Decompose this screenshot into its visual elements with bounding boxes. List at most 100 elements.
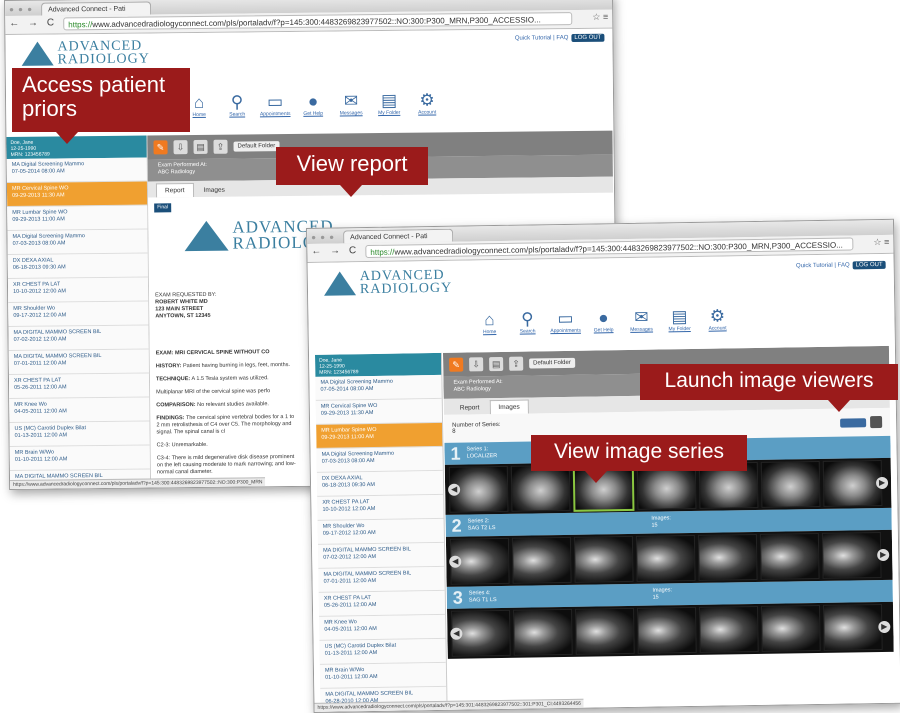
callout-access-priors: Access patient priors xyxy=(12,68,190,132)
launch-viewer-button[interactable] xyxy=(840,418,866,427)
exam-date: 05-26-2011 12:00 AM xyxy=(324,601,440,610)
tab-images[interactable]: Images xyxy=(489,400,529,415)
exam-list-item[interactable]: MR Cervical Spine WO09-29-2013 11:30 AM xyxy=(316,399,442,425)
exam-list-sidebar: Doe, Jane 12-25-1990 MRN: 123456789 MA D… xyxy=(6,136,151,489)
window-controls[interactable]: ● ● ● xyxy=(9,5,33,14)
tab-report[interactable]: Report xyxy=(156,183,194,197)
nav-item-account[interactable]: ⚙Account xyxy=(704,306,730,331)
exam-list-item[interactable]: MA DIGITAL MAMMO SCREEN BIL07-01-2011 12… xyxy=(9,350,149,375)
exam-date: 09-29-2013 11:30 AM xyxy=(321,409,437,418)
image-thumbnail[interactable] xyxy=(761,605,821,652)
exam-date: 07-05-2014 08:00 AM xyxy=(12,168,142,176)
exam-list-item[interactable]: MA Digital Screening Mammo07-03-2013 08:… xyxy=(316,447,442,473)
share-icon[interactable]: ⇪ xyxy=(213,140,227,154)
url-field[interactable]: https://www.advancedradiologyconnect.com… xyxy=(63,12,572,30)
exam-list-item[interactable]: XR CHEST PA LAT10-10-2012 12:00 AM xyxy=(317,495,443,521)
scroll-right-icon[interactable]: ▶ xyxy=(878,621,890,633)
messages-icon: ✉ xyxy=(634,308,649,327)
nav-label: Get Help xyxy=(303,111,323,117)
nav-item-messages[interactable]: ✉Messages xyxy=(628,308,654,333)
faq-link[interactable]: FAQ xyxy=(838,262,850,268)
scroll-right-icon[interactable]: ▶ xyxy=(876,477,888,489)
image-thumbnail[interactable] xyxy=(823,604,883,651)
exam-list-item[interactable]: MA DIGITAL MAMMO SCREEN BIL07-02-2012 12… xyxy=(8,326,148,351)
image-thumbnail[interactable] xyxy=(761,461,821,508)
exam-list-item[interactable]: MR Knee Wo04-05-2011 12:00 AM xyxy=(319,615,445,641)
scroll-right-icon[interactable]: ▶ xyxy=(877,549,889,561)
image-thumbnail[interactable] xyxy=(822,532,882,579)
annotate-icon[interactable]: ✎ xyxy=(449,358,463,372)
exam-list-item[interactable]: XR CHEST PA LAT10-10-2012 12:00 AM xyxy=(8,278,148,303)
nav-item-get-help[interactable]: ●Get Help xyxy=(590,308,616,333)
image-thumbnail[interactable] xyxy=(513,609,573,656)
final-badge: Final xyxy=(154,203,171,212)
folder-select[interactable]: Default Folder xyxy=(529,358,575,369)
browser-tools[interactable]: ☆ ≡ xyxy=(592,12,608,23)
exam-list-item[interactable]: MR Brain W/Wo01-10-2011 12:00 AM xyxy=(320,663,446,689)
exam-list-item[interactable]: MR Shoulder Wo09-17-2012 12:00 AM xyxy=(8,302,148,327)
logout-button[interactable]: LOG OUT xyxy=(853,261,886,270)
window-controls[interactable]: ● ● ● xyxy=(311,233,335,242)
browser-tools[interactable]: ☆ ≡ xyxy=(873,237,889,248)
browser-tab[interactable]: Advanced Connect - Pati xyxy=(41,1,151,15)
nav-item-messages[interactable]: ✉Messages xyxy=(338,91,364,116)
image-thumbnail[interactable] xyxy=(760,533,820,580)
nav-label: Account xyxy=(418,109,436,115)
exam-list-item[interactable]: MA Digital Screening Mammo07-05-2014 08:… xyxy=(7,158,147,183)
nav-item-search[interactable]: ⚲Search xyxy=(224,92,250,117)
faq-link[interactable]: FAQ xyxy=(556,35,568,41)
exam-list-item[interactable]: MR Brain W/Wo01-10-2011 12:00 AM xyxy=(10,445,150,470)
folder-select[interactable]: Default Folder xyxy=(233,141,279,151)
download-icon[interactable]: ⇩ xyxy=(173,140,187,154)
share-icon[interactable]: ⇪ xyxy=(509,357,523,371)
exam-list-item[interactable]: MR Lumbar Spine WO09-29-2013 11:00 AM xyxy=(7,206,147,231)
image-thumbnail[interactable] xyxy=(636,535,696,582)
exam-list-item[interactable]: XR CHEST PA LAT05-26-2011 12:00 AM xyxy=(9,374,149,399)
nav-item-get-help[interactable]: ●Get Help xyxy=(300,92,326,117)
tab-images[interactable]: Images xyxy=(195,184,232,197)
exam-list-item[interactable]: US (MC) Carotid Duplex Bilat01-13-2011 1… xyxy=(9,422,149,447)
launch-alt-viewer-icon[interactable] xyxy=(870,416,882,428)
exam-list-item[interactable]: MR Knee Wo04-05-2011 12:00 AM xyxy=(9,398,149,423)
image-thumbnail[interactable] xyxy=(512,537,572,584)
logout-button[interactable]: LOG OUT xyxy=(571,34,604,42)
exam-list-item[interactable]: MA Digital Screening Mammo07-03-2013 08:… xyxy=(7,230,147,255)
exam-list-item[interactable]: MR Lumbar Spine WO09-29-2013 11:00 AM xyxy=(316,423,442,449)
exam-list-item[interactable]: US (MC) Carotid Duplex Bilat01-13-2011 1… xyxy=(319,639,445,665)
nav-item-appointments[interactable]: ▭Appointments xyxy=(552,309,578,334)
image-thumbnail[interactable] xyxy=(511,465,571,512)
series-images: Images:15 xyxy=(652,587,672,601)
series-count: Number of Series:8 xyxy=(452,422,501,435)
calendar-icon: ▭ xyxy=(267,92,283,111)
nav-item-account[interactable]: ⚙Account xyxy=(414,90,440,115)
exam-date: 05-26-2011 12:00 AM xyxy=(14,384,144,392)
nav-item-my-folder[interactable]: ▤My Folder xyxy=(376,91,402,116)
image-thumbnail[interactable] xyxy=(698,534,758,581)
image-thumbnail[interactable] xyxy=(574,536,634,583)
print-icon[interactable]: ▤ xyxy=(489,357,503,371)
image-thumbnail[interactable] xyxy=(575,608,635,655)
image-thumbnail[interactable] xyxy=(823,460,883,507)
nav-item-home[interactable]: ⌂Home xyxy=(476,310,502,335)
annotate-icon[interactable]: ✎ xyxy=(153,140,167,154)
exam-list-item[interactable]: DX DEXA AXIAL06-18-2013 09:30 AM xyxy=(317,471,443,497)
tab-report[interactable]: Report xyxy=(452,401,488,415)
image-thumbnail[interactable] xyxy=(699,606,759,653)
nav-item-my-folder[interactable]: ▤My Folder xyxy=(666,307,692,332)
exam-list-item[interactable]: MA DIGITAL MAMMO SCREEN BIL07-01-2011 12… xyxy=(318,567,444,593)
exam-list-item[interactable]: MA DIGITAL MAMMO SCREEN BIL07-02-2012 12… xyxy=(318,543,444,569)
search-icon: ⚲ xyxy=(231,93,244,112)
exam-list-item[interactable]: MR Cervical Spine WO09-29-2013 11:30 AM xyxy=(7,182,147,207)
image-thumbnail[interactable] xyxy=(637,607,697,654)
nav-item-search[interactable]: ⚲Search xyxy=(514,309,540,334)
download-icon[interactable]: ⇩ xyxy=(469,357,483,371)
quick-tutorial-link[interactable]: Quick Tutorial xyxy=(515,35,552,41)
exam-date: 06-18-2013 09:30 AM xyxy=(13,264,143,272)
quick-tutorial-link[interactable]: Quick Tutorial xyxy=(796,263,833,270)
exam-list-item[interactable]: MR Shoulder Wo09-17-2012 12:00 AM xyxy=(318,519,444,545)
print-icon[interactable]: ▤ xyxy=(193,140,207,154)
exam-list-item[interactable]: MA Digital Screening Mammo07-05-2014 08:… xyxy=(315,375,441,401)
exam-list-item[interactable]: DX DEXA AXIAL06-18-2013 09:30 AM xyxy=(8,254,148,279)
exam-list-item[interactable]: XR CHEST PA LAT05-26-2011 12:00 AM xyxy=(319,591,445,617)
nav-item-appointments[interactable]: ▭Appointments xyxy=(262,92,288,117)
